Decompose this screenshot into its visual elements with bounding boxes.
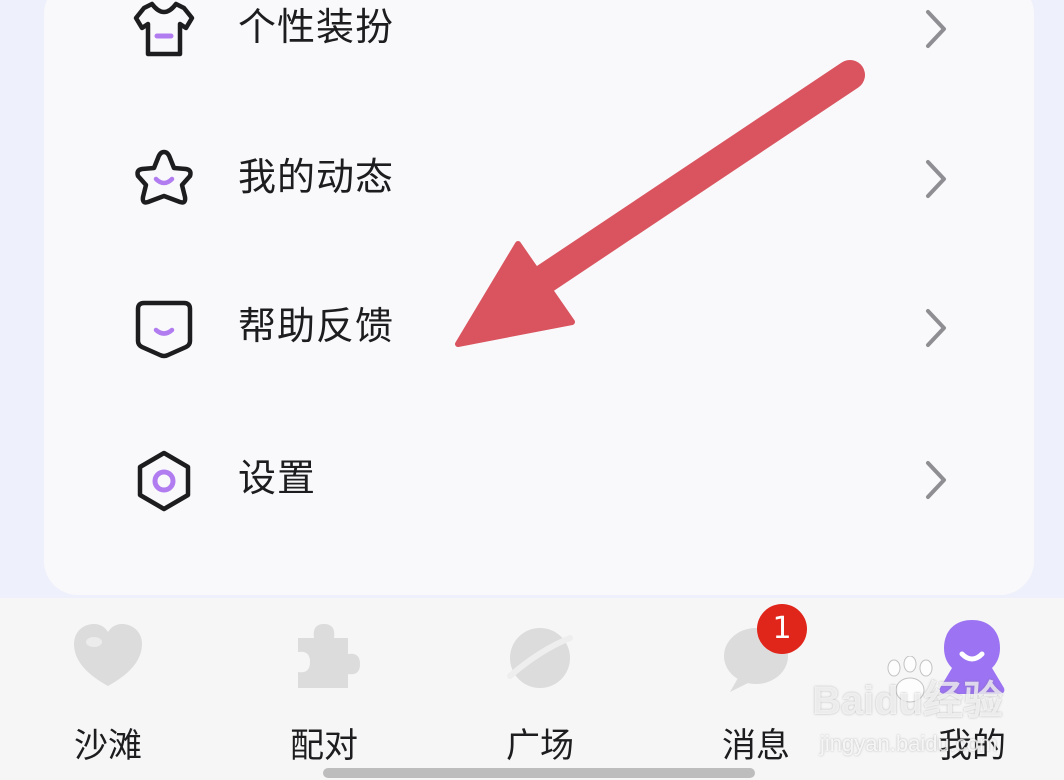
puzzle-icon (284, 616, 364, 696)
chevron-right-icon (920, 8, 950, 50)
hexagon-settings-icon (130, 447, 198, 515)
chevron-right-icon (920, 459, 950, 501)
unread-badge: 1 (757, 604, 807, 654)
tab-plaza[interactable]: 广场 (465, 598, 615, 780)
feedback-icon (130, 295, 198, 363)
chevron-right-icon (920, 307, 950, 349)
menu-item-settings[interactable]: 设置 (44, 407, 1034, 547)
tab-messages[interactable]: 消息 (681, 598, 831, 780)
menu-item-help-feedback[interactable]: 帮助反馈 (44, 255, 1034, 395)
tab-label: 沙滩 (74, 726, 142, 766)
menu-item-label: 设置 (238, 456, 317, 500)
planet-icon (500, 616, 580, 696)
chevron-right-icon (920, 158, 950, 200)
star-icon (130, 146, 198, 214)
menu-item-label: 个性装扮 (238, 5, 395, 49)
tab-label: 我的 (938, 726, 1006, 766)
tshirt-icon (130, 0, 198, 64)
tab-match[interactable]: 配对 (249, 598, 399, 780)
heart-icon (68, 616, 148, 696)
tab-mine[interactable]: 我的 (897, 598, 1047, 780)
profile-icon (932, 616, 1012, 696)
menu-item-personal-dressup[interactable]: 个性装扮 (44, 0, 1034, 96)
tab-beach[interactable]: 沙滩 (33, 598, 183, 780)
tab-label: 消息 (722, 726, 790, 766)
menu-item-my-moments[interactable]: 我的动态 (44, 106, 1034, 246)
tab-label: 配对 (290, 726, 358, 766)
menu-item-label: 帮助反馈 (238, 304, 395, 348)
menu-item-label: 我的动态 (238, 155, 395, 199)
tab-label: 广场 (506, 726, 574, 766)
home-indicator[interactable] (323, 768, 755, 778)
